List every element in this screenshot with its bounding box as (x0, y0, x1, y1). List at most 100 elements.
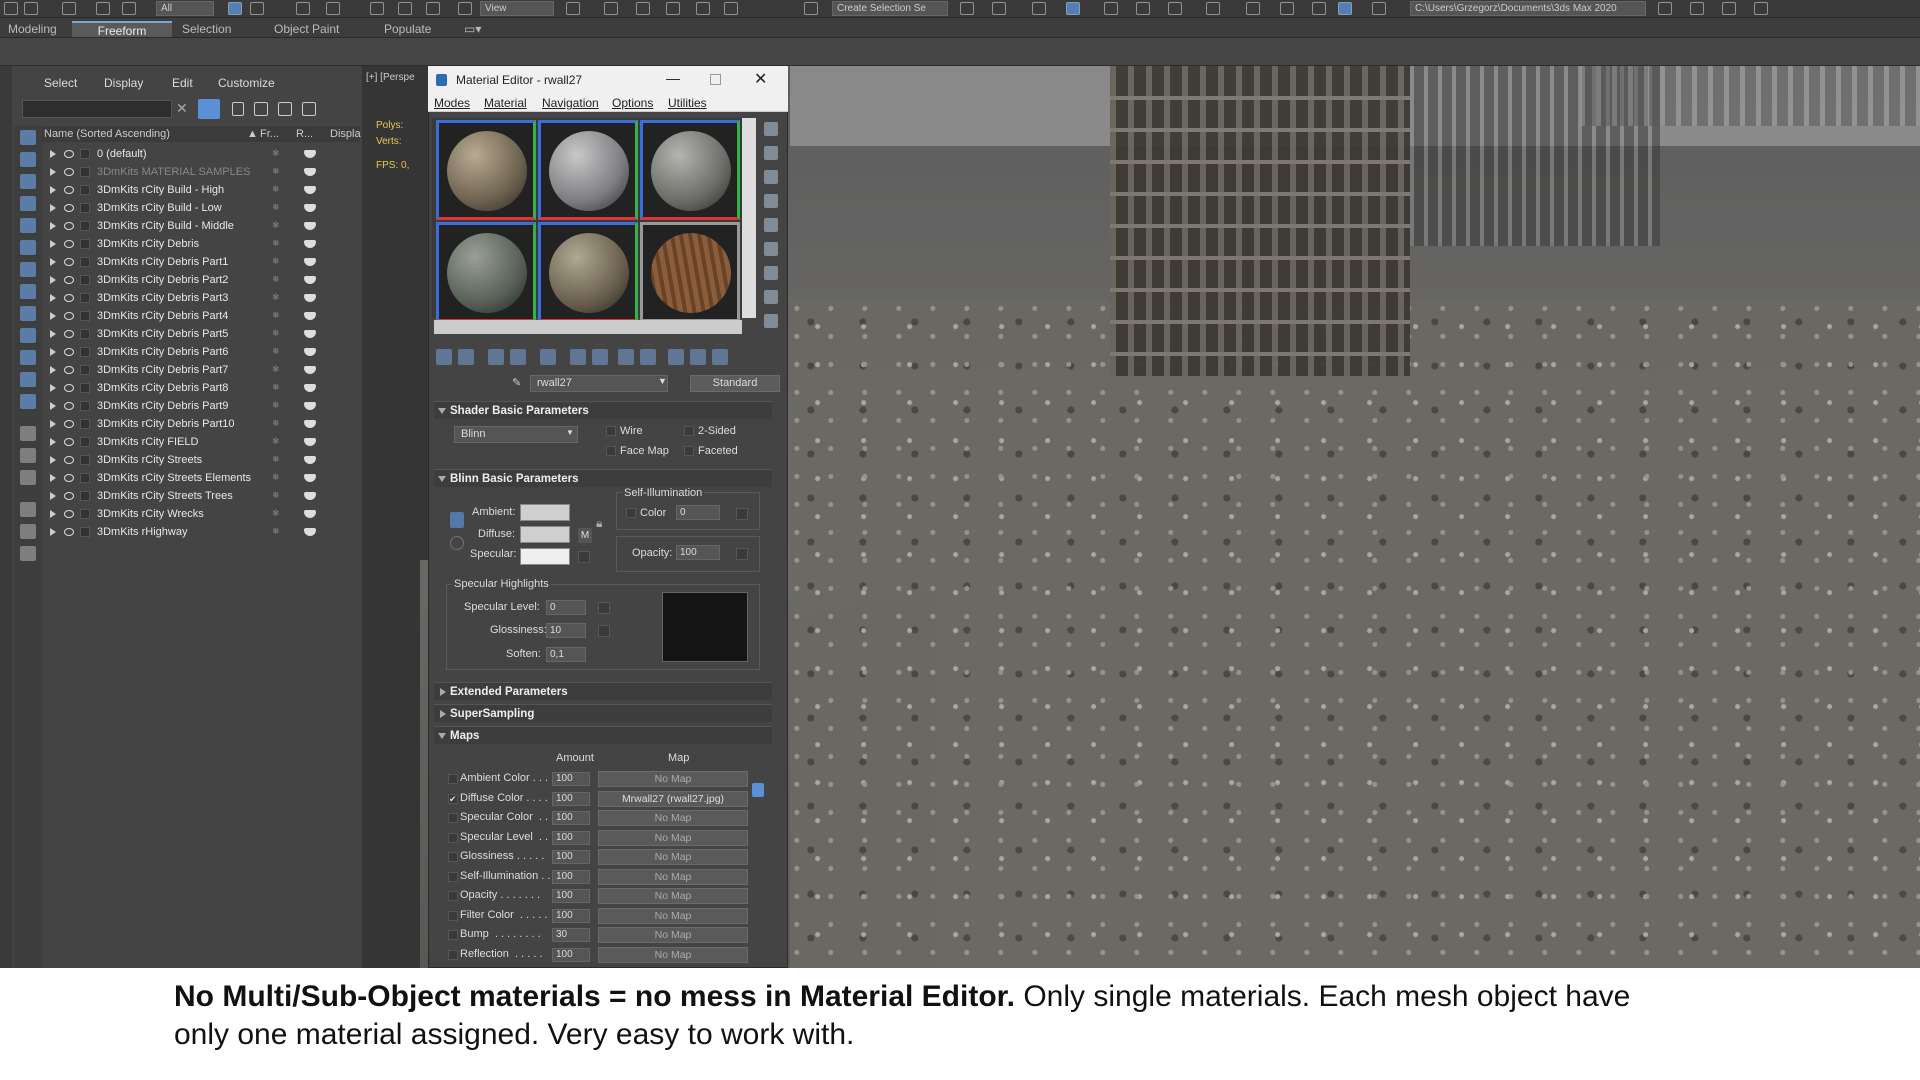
rollout-supersampling[interactable]: SuperSampling (434, 704, 772, 722)
map-enable-checkbox[interactable] (448, 891, 458, 901)
menu-select[interactable]: Select (44, 76, 77, 90)
hierarchy-icon[interactable] (302, 102, 316, 116)
expand-arrow-icon[interactable] (50, 492, 56, 500)
expand-arrow-icon[interactable] (50, 222, 56, 230)
specular-color-swatch[interactable] (520, 548, 570, 565)
reference-coordinate-dropdown[interactable]: View (480, 1, 554, 16)
placement-icon[interactable] (458, 2, 472, 15)
background-icon[interactable] (764, 170, 778, 184)
map-slot-button[interactable]: No Map (598, 888, 748, 904)
display-frozen-icon[interactable] (20, 372, 36, 387)
render-teapot-icon[interactable] (304, 240, 316, 248)
scale-icon[interactable] (426, 2, 440, 15)
layer-row[interactable]: 3DmKits rCity Streets ❄ (42, 451, 360, 469)
render-teapot-icon[interactable] (304, 204, 316, 212)
layer-row[interactable]: 3DmKits rCity Debris Part4 ❄ (42, 307, 360, 325)
column-display[interactable]: Displa (330, 126, 361, 142)
display-xrefs-icon[interactable] (20, 306, 36, 321)
expand-arrow-icon[interactable] (50, 348, 56, 356)
render-teapot-icon[interactable] (304, 330, 316, 338)
make-unique-icon[interactable] (540, 349, 556, 365)
display-lights-icon[interactable] (20, 196, 36, 211)
mirror-icon[interactable] (960, 2, 974, 15)
specular-map-button[interactable] (578, 551, 590, 563)
slots-horizontal-scrollbar[interactable] (434, 320, 742, 334)
layer-row[interactable]: 3DmKits rCity Debris Part7 ❄ (42, 361, 360, 379)
sample-slot-1[interactable] (436, 120, 536, 220)
backlight-icon[interactable] (764, 146, 778, 160)
rollout-extended-parameters[interactable]: Extended Parameters (434, 682, 772, 700)
map-slot-button[interactable]: No Map (598, 907, 748, 924)
expand-arrow-icon[interactable] (50, 204, 56, 212)
tab-modeling[interactable]: Modeling (0, 21, 65, 37)
layer-row[interactable]: 3DmKits rCity Streets Elements ❄ (42, 469, 360, 487)
layer-row[interactable]: 3DmKits rCity Wrecks ❄ (42, 505, 360, 523)
render-teapot-icon[interactable] (304, 474, 316, 482)
column-name[interactable]: Name (Sorted Ascending) (44, 126, 170, 142)
options-icon[interactable] (764, 266, 778, 280)
menu-display[interactable]: Display (104, 76, 143, 90)
material-map-navigator-icon[interactable] (764, 314, 778, 328)
eye-icon[interactable] (64, 240, 74, 248)
layer-name[interactable]: 3DmKits rCity Build - Low (97, 199, 222, 217)
go-forward-sibling-icon[interactable] (690, 349, 706, 365)
percent-snap-icon[interactable] (696, 2, 710, 15)
map-enable-checkbox[interactable] (448, 832, 458, 843)
display-groups-icon[interactable] (20, 284, 36, 299)
select-manipulate-icon[interactable] (604, 2, 618, 15)
rendered-frame-window-icon[interactable] (1280, 2, 1294, 15)
render-teapot-icon[interactable] (304, 402, 316, 410)
eye-icon[interactable] (64, 312, 74, 320)
rotate-icon[interactable] (398, 2, 412, 15)
render-teapot-icon[interactable] (304, 312, 316, 320)
eye-icon[interactable] (64, 222, 74, 230)
freeze-icon[interactable]: ❄ (272, 383, 280, 392)
expand-arrow-icon[interactable] (50, 510, 56, 518)
pivot-center-icon[interactable] (566, 2, 580, 15)
material-editor-icon[interactable] (1206, 2, 1220, 15)
close-icon[interactable]: ✕ (754, 66, 767, 94)
render-teapot-icon[interactable] (304, 276, 316, 284)
layer-name[interactable]: 3DmKits rCity Wrecks (97, 505, 204, 523)
tab-freeform[interactable]: Freeform (72, 21, 172, 38)
lock-icon[interactable] (232, 102, 244, 116)
edit-named-selection-icon[interactable] (804, 2, 818, 15)
layer-name[interactable]: 3DmKits rCity Streets Trees (97, 487, 233, 505)
eye-icon[interactable] (64, 528, 74, 536)
freeze-icon[interactable]: ❄ (272, 275, 280, 284)
display-spacewarps-icon[interactable] (20, 262, 36, 277)
angle-snap-icon[interactable] (666, 2, 680, 15)
freeze-icon[interactable]: ❄ (272, 221, 280, 230)
expand-arrow-icon[interactable] (50, 258, 56, 266)
select-by-name-icon[interactable] (250, 2, 264, 15)
map-amount-spinner[interactable]: 100 (552, 772, 590, 786)
eyedropper-icon[interactable]: ✎ (512, 376, 521, 389)
expand-arrow-icon[interactable] (50, 366, 56, 374)
freeze-icon[interactable]: ❄ (272, 293, 280, 302)
minimize-icon[interactable]: — (666, 64, 680, 92)
display-bones-icon[interactable] (20, 328, 36, 343)
layer-name[interactable]: 3DmKits rCity Build - Middle (97, 217, 234, 235)
map-amount-spinner[interactable]: 100 (552, 791, 590, 806)
toggle-ribbon-icon[interactable] (1104, 2, 1118, 15)
sample-slot-5[interactable] (538, 222, 638, 322)
sort-icon[interactable] (20, 502, 36, 517)
find-icon[interactable] (20, 546, 36, 561)
layer-name[interactable]: 3DmKits rCity Debris Part5 (97, 325, 228, 343)
map-amount-spinner[interactable]: 100 (552, 850, 590, 864)
expand-arrow-icon[interactable] (50, 474, 56, 482)
freeze-icon[interactable]: ❄ (272, 203, 280, 212)
toggle-layer-explorer-icon[interactable] (1066, 2, 1080, 15)
display-helpers-icon[interactable] (20, 240, 36, 255)
layer-name[interactable]: 3DmKits rCity Debris Part9 (97, 397, 228, 415)
expand-arrow-icon[interactable] (50, 186, 56, 194)
menu-edit[interactable]: Edit (172, 76, 193, 90)
map-slot-button[interactable]: No Map (598, 849, 748, 865)
redo-icon[interactable] (24, 2, 38, 15)
expand-arrow-icon[interactable] (50, 420, 56, 428)
sample-type-icon[interactable] (764, 122, 778, 136)
eye-icon[interactable] (64, 456, 74, 464)
invert-display-icon[interactable] (20, 470, 36, 485)
filter-icon[interactable] (20, 524, 36, 539)
layer-name[interactable]: 3DmKits rCity Streets Elements (97, 469, 251, 487)
